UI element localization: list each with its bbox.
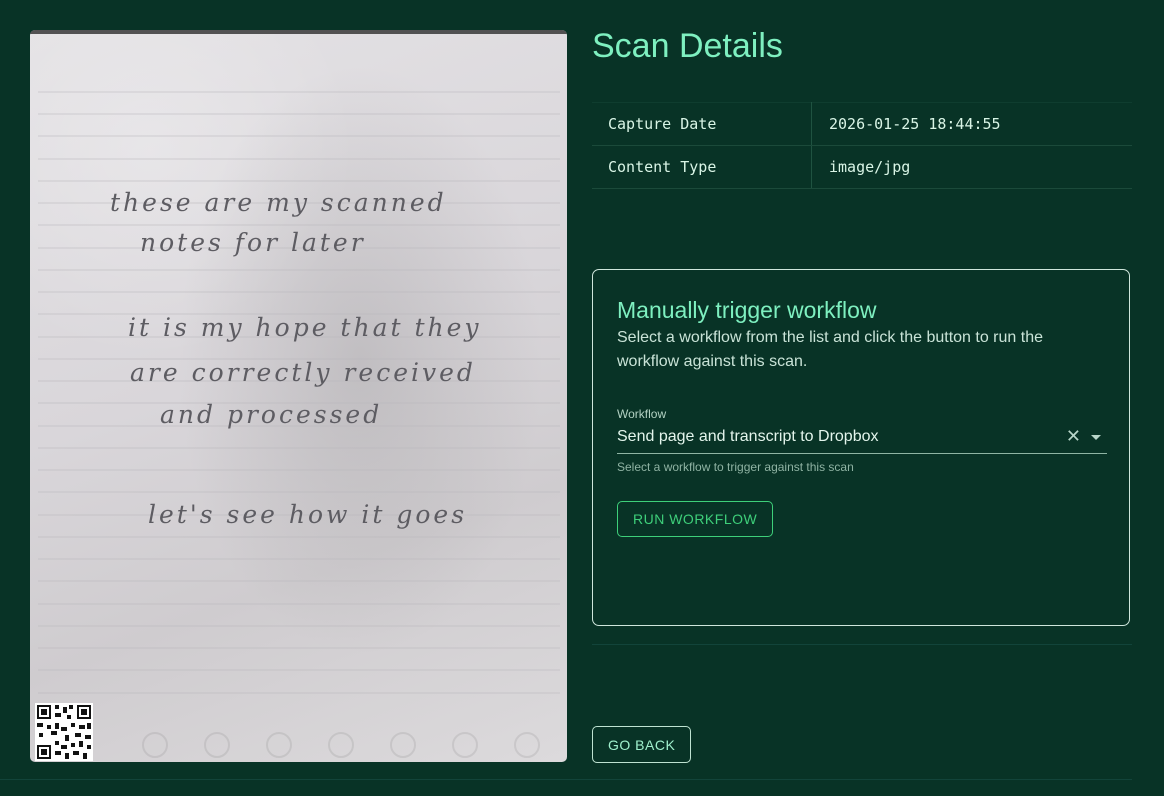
page-footer-icons <box>142 732 540 758</box>
handwriting-line: notes for later <box>140 228 366 257</box>
run-workflow-button[interactable]: RUN WORKFLOW <box>617 501 774 537</box>
caret-down-icon[interactable] <box>1091 435 1101 440</box>
scan-details-page: these are my scanned notes for later it … <box>0 0 1164 796</box>
handwriting-line: let's see how it goes <box>148 500 468 529</box>
footer-mark-icon <box>452 732 478 758</box>
handwriting-line: are correctly received <box>130 358 476 387</box>
footer-mark-icon <box>204 732 230 758</box>
workflow-card: Manually trigger workflow Select a workf… <box>592 269 1130 626</box>
workflow-card-description: Select a workflow from the list and clic… <box>617 329 1043 370</box>
qr-code-icon <box>35 703 93 761</box>
workflow-helper-text: Select a workflow to trigger against thi… <box>617 460 854 474</box>
scan-image: these are my scanned notes for later it … <box>30 30 567 762</box>
close-icon[interactable]: ✕ <box>1066 428 1081 446</box>
table-row: Capture Date 2026-01-25 18:44:55 <box>592 102 1132 146</box>
handwriting-line: it is my hope that they <box>128 313 482 342</box>
detail-key: Content Type <box>592 145 812 189</box>
divider <box>0 779 1132 780</box>
handwriting-line: these are my scanned <box>110 188 447 217</box>
handwriting-line: and processed <box>160 400 383 429</box>
footer-mark-icon <box>328 732 354 758</box>
handwritten-notes: these are my scanned notes for later it … <box>30 30 567 762</box>
footer-mark-icon <box>142 732 168 758</box>
go-back-button[interactable]: GO BACK <box>592 726 692 763</box>
scan-details-table: Capture Date 2026-01-25 18:44:55 Content… <box>592 102 1132 189</box>
workflow-select[interactable]: Send page and transcript to Dropbox ✕ <box>617 425 1107 454</box>
workflow-field-label: Workflow <box>617 407 667 421</box>
footer-mark-icon <box>266 732 292 758</box>
page-title: Scan Details <box>592 27 783 65</box>
workflow-card-title: Manually trigger workflow <box>617 297 877 323</box>
footer-mark-icon <box>514 732 540 758</box>
detail-key: Capture Date <box>592 102 812 146</box>
detail-value: 2026-01-25 18:44:55 <box>811 102 1132 146</box>
workflow-select-value[interactable]: Send page and transcript to Dropbox <box>617 428 879 446</box>
table-row: Content Type image/jpg <box>592 145 1132 189</box>
divider <box>592 644 1132 645</box>
footer-mark-icon <box>390 732 416 758</box>
detail-value: image/jpg <box>811 145 1132 189</box>
